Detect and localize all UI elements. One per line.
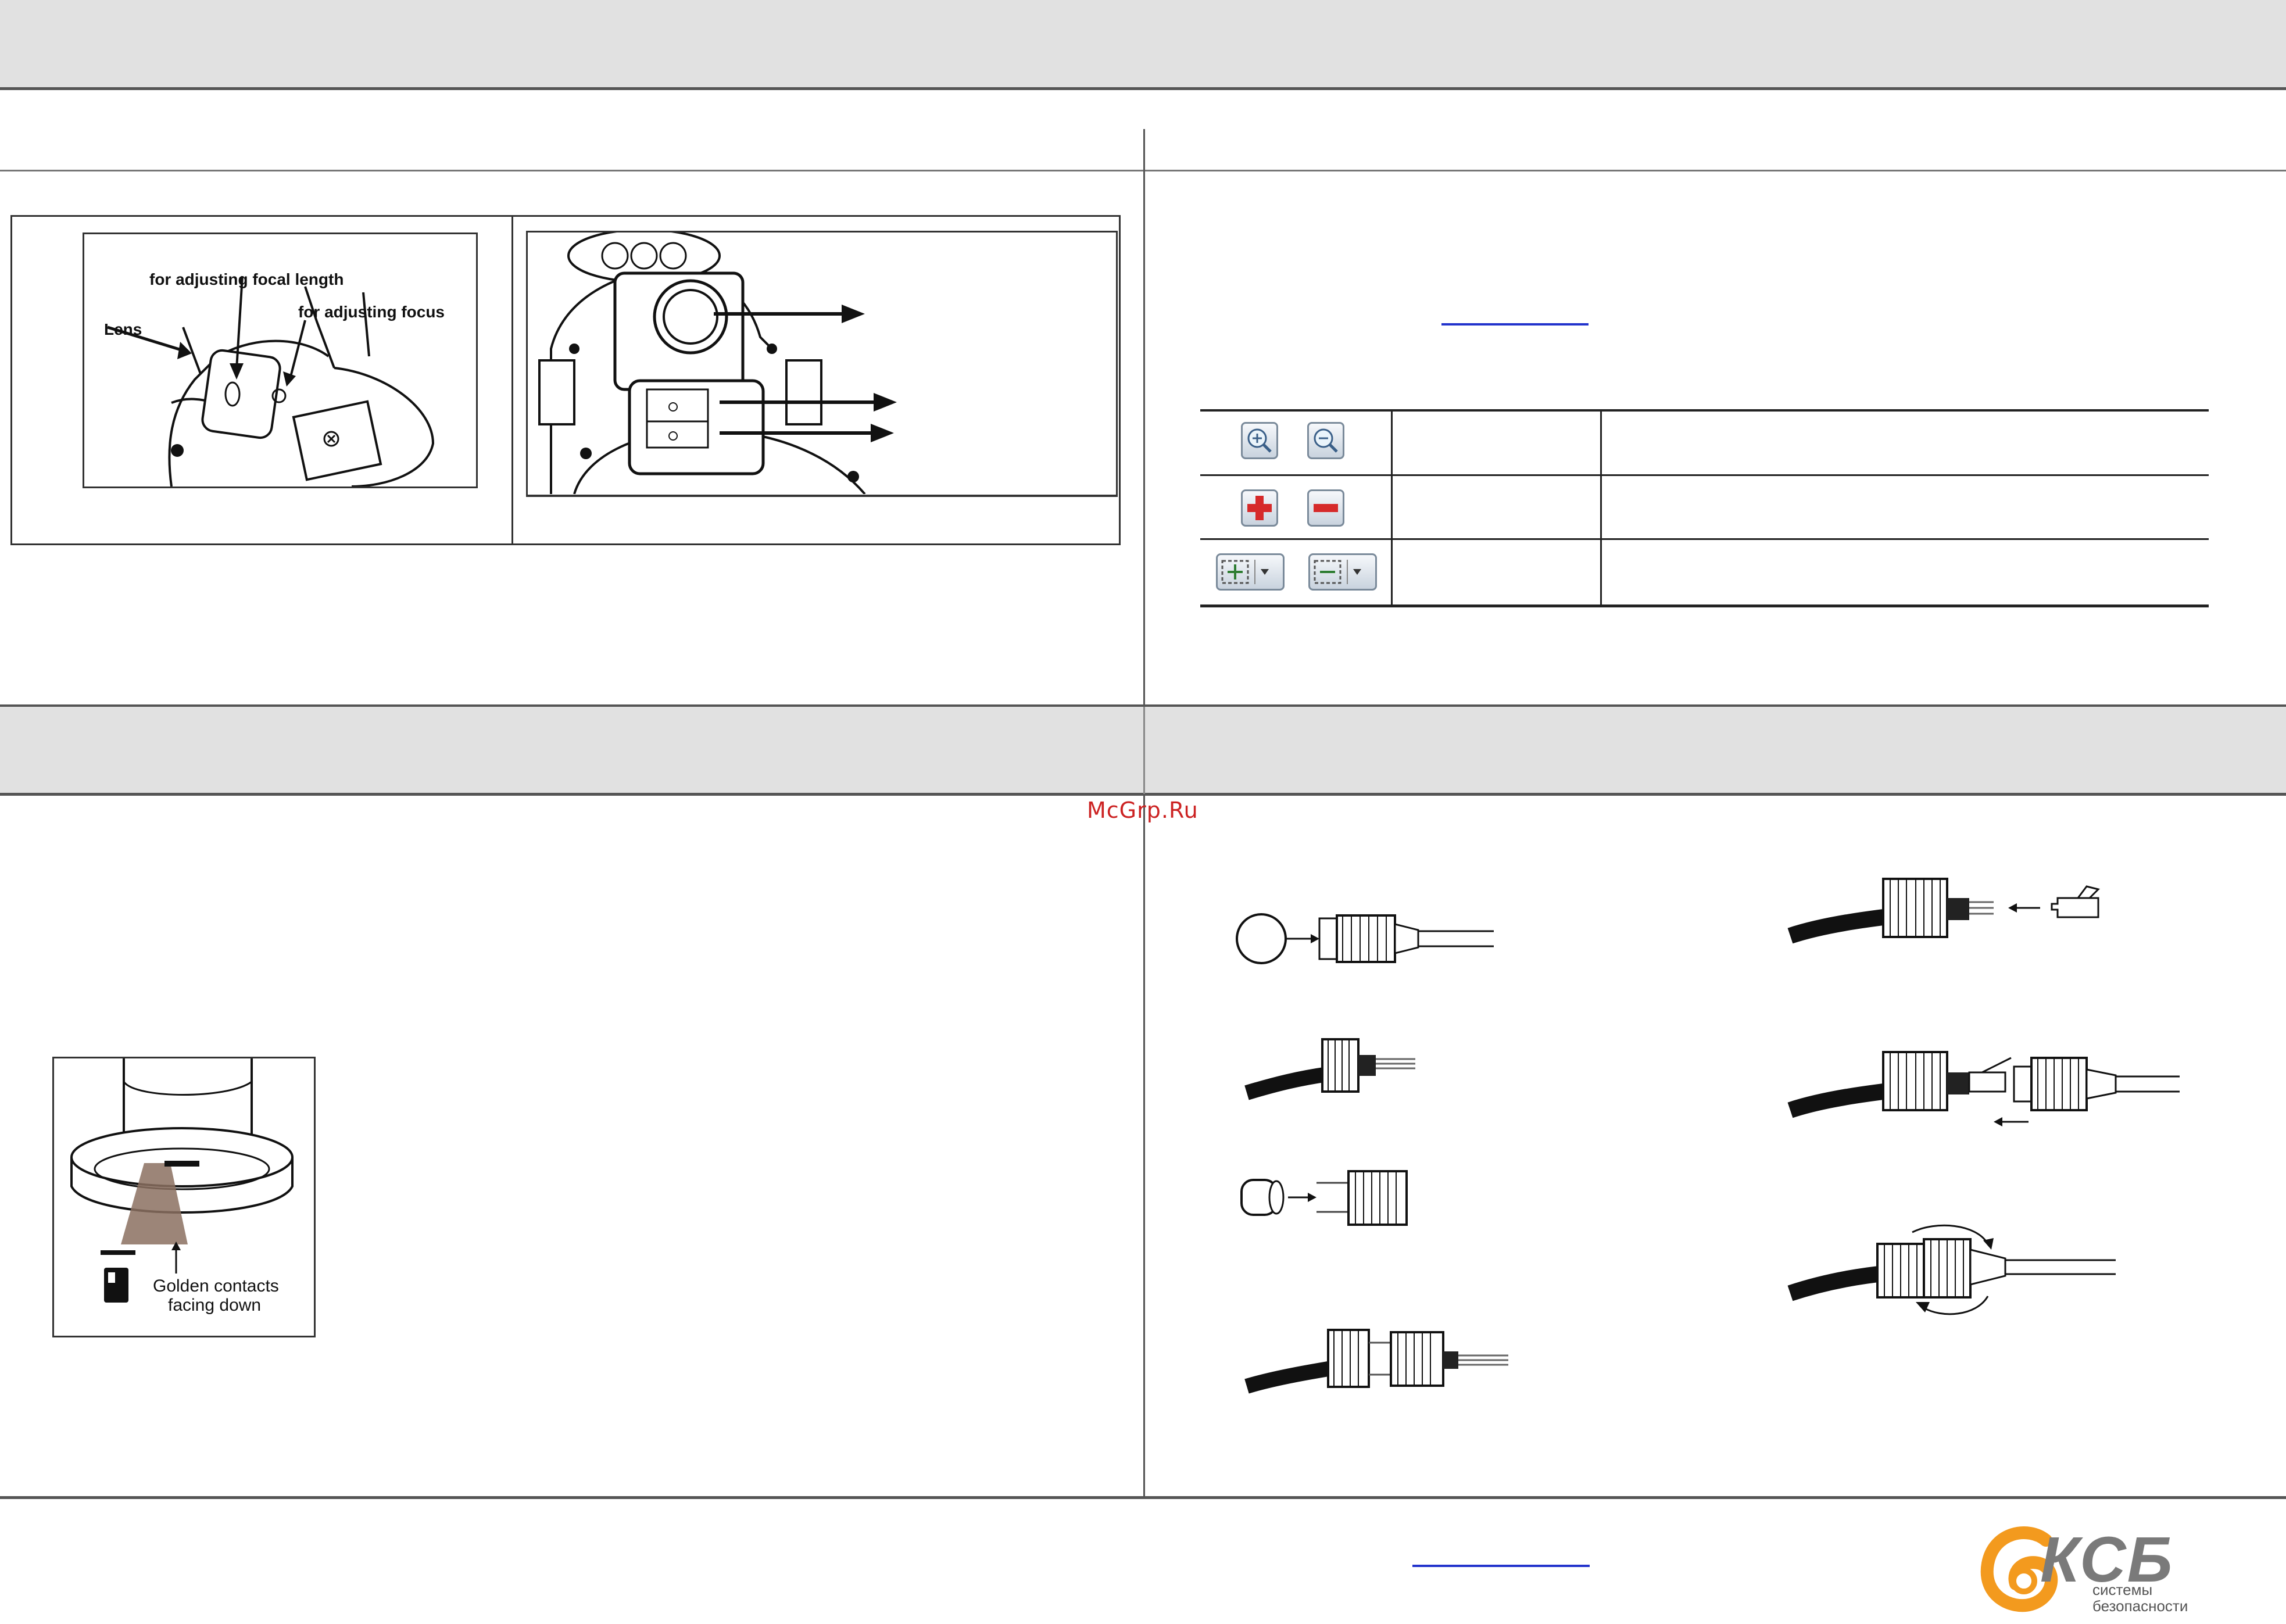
table-row-sep-1 [1200,474,2209,476]
plus-icon [1247,496,1272,520]
cable-step-1 [1236,913,1494,964]
hyperlink-top[interactable] [1441,323,1589,325]
camera-module-drawing [526,231,1118,497]
zoom-area-minus-icon [1314,560,1361,584]
zoom-area-plus-button[interactable] [1216,553,1285,591]
zoom-out-button[interactable] [1307,422,1344,459]
sd-caption-line2: facing down [168,1296,262,1315]
sd-card-figure: Golden contacts facing down [52,1057,316,1337]
column-divider-mid-band [1143,707,1145,794]
minus-button[interactable] [1307,489,1344,527]
zoom-area-plus-icon [1221,560,1269,584]
focal-length-label: for adjusting focal length [149,270,344,288]
cable-step-5 [1787,878,2100,944]
plus-button[interactable] [1241,489,1278,527]
zoom-out-icon [1314,428,1338,453]
minus-icon [1314,504,1338,512]
hyperlink-footer[interactable] [1412,1565,1590,1567]
cable-step-3 [1240,1170,1408,1226]
logo-tagline-line1: системы [2092,1581,2153,1598]
bottom-rule [0,1496,2286,1499]
column-divider-top [1143,129,1145,710]
cable-step-6 [1787,1051,2180,1126]
table-col-divider-2 [1600,409,1602,604]
table-bottom-rule [1200,604,2209,607]
watermark-text: McGrp.Ru [1087,797,1199,823]
lens-label: Lens [104,320,142,338]
lens-drawing: for adjusting focal length for adjusting… [83,232,478,488]
header-band [0,0,2286,88]
cable-step-4 [1244,1329,1508,1394]
focus-figure-divider [511,215,513,545]
cable-step-7 [1787,1224,2116,1315]
zoom-in-icon [1247,428,1272,453]
logo-tagline-line2: безопасности [2092,1597,2188,1615]
company-logo: КСБ системы безопасности [1976,1523,2220,1616]
camera-module-illustration [538,232,897,494]
sd-caption-line1: Golden contacts [153,1276,279,1296]
focus-label: for adjusting focus [298,303,445,321]
zoom-area-minus-button[interactable] [1308,553,1377,591]
table-row-sep-2 [1200,538,2209,540]
cable-step-2 [1244,1038,1415,1100]
header-rule [0,87,2286,90]
table-col-divider-1 [1391,409,1393,604]
column-divider-bottom [1143,796,1145,1498]
zoom-in-button[interactable] [1241,422,1278,459]
table-top-rule [1200,409,2209,412]
